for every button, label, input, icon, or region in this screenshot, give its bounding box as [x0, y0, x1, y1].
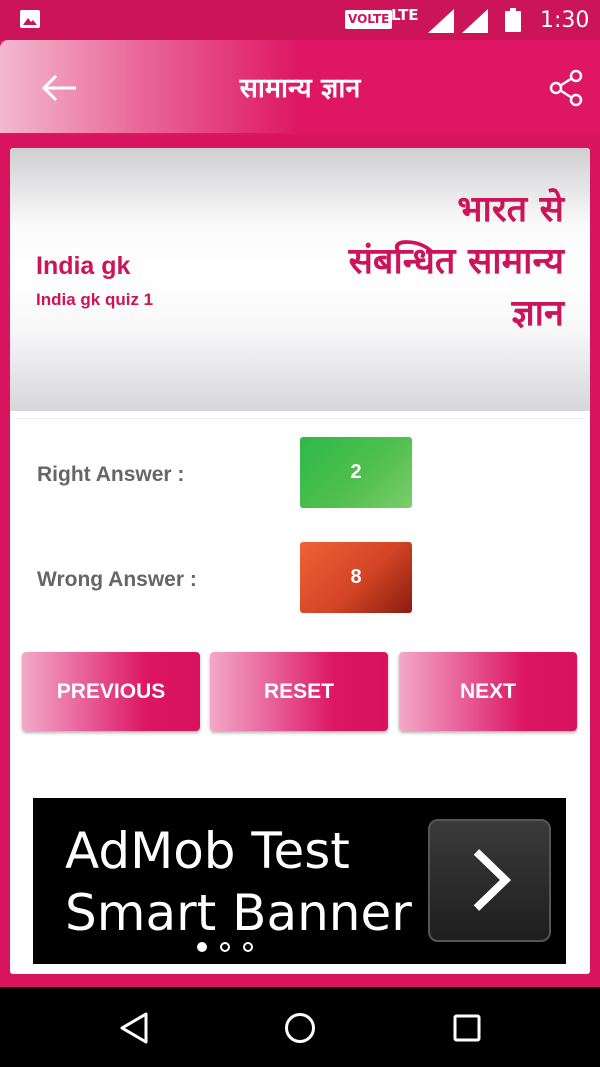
share-icon[interactable]	[546, 68, 586, 108]
home-circle-icon[interactable]	[284, 1012, 316, 1044]
page-dot	[243, 942, 253, 952]
ad-banner[interactable]: AdMob Test Smart Banner	[33, 798, 566, 964]
ad-page-indicator	[197, 942, 257, 954]
reset-button[interactable]: RESET	[210, 652, 388, 731]
image-icon	[20, 10, 40, 28]
previous-button[interactable]: PREVIOUS	[22, 652, 200, 731]
ad-open-button[interactable]	[428, 819, 551, 942]
quiz-name: India gk quiz 1	[36, 290, 154, 309]
quiz-banner: India gk India gk quiz 1 भारत से संबन्धि…	[10, 148, 590, 411]
page-dot-active	[197, 942, 207, 952]
wrong-answer-count: 8	[300, 542, 412, 613]
ad-text: AdMob Test Smart Banner	[65, 822, 412, 942]
page-dot	[220, 942, 230, 952]
quiz-category: India gk	[36, 252, 131, 280]
clock: 1:30	[540, 8, 590, 33]
volte-badge: VOLTE	[345, 10, 393, 29]
signal-icon	[428, 9, 454, 33]
quiz-result-card: India gk India gk quiz 1 भारत से संबन्धि…	[10, 148, 590, 974]
quiz-hindi-title: भारत से संबन्धित सामान्य ज्ञान	[348, 189, 564, 334]
right-answer-label: Right Answer :	[37, 463, 185, 486]
wrong-answer-label: Wrong Answer :	[37, 568, 197, 591]
battery-icon	[505, 8, 521, 32]
page-title: सामान्य ज्ञान	[239, 73, 361, 104]
status-bar: VOLTE LTE 1:30	[0, 0, 600, 40]
network-type: LTE	[391, 6, 419, 24]
app-header: सामान्य ज्ञान	[0, 40, 600, 135]
score-panel: Right Answer : 2 Wrong Answer : 8 PREVIO…	[15, 418, 585, 974]
right-answer-count: 2	[300, 437, 412, 508]
signal-icon	[462, 9, 488, 33]
recent-apps-icon[interactable]	[453, 1014, 481, 1042]
next-button[interactable]: NEXT	[399, 652, 577, 731]
back-triangle-icon[interactable]	[118, 1011, 150, 1045]
system-nav-bar	[0, 987, 600, 1067]
chevron-right-icon	[473, 849, 512, 911]
